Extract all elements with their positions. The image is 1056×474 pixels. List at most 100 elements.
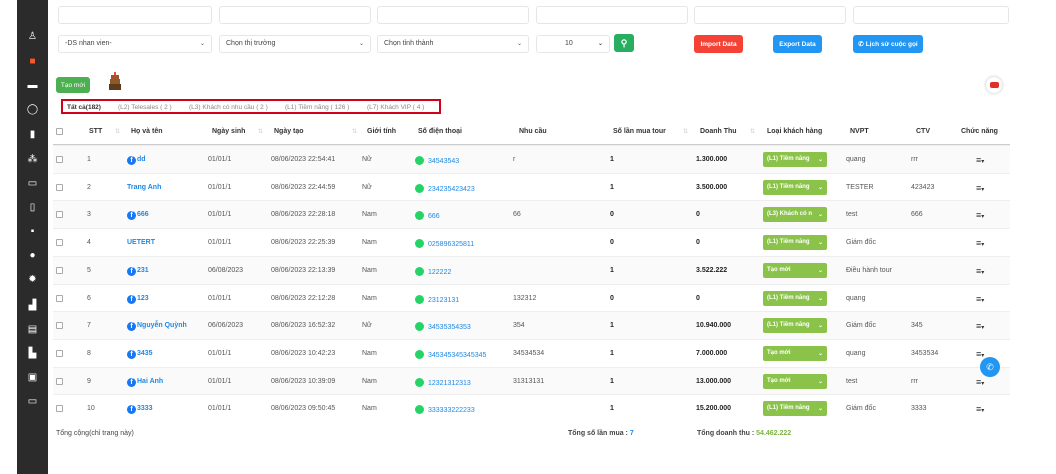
- cell-phone[interactable]: 34543543: [415, 156, 459, 165]
- province-select[interactable]: Chọn tỉnh thành ⌄: [377, 35, 529, 53]
- cell-name[interactable]: Trang Anh: [127, 184, 161, 191]
- document-icon[interactable]: ▮: [17, 125, 48, 143]
- customer-type-select[interactable]: (L3) Khách có n ⌄: [763, 207, 827, 223]
- user-icon[interactable]: ♙: [17, 27, 48, 45]
- customer-type-select[interactable]: (L1) Tiềm năng ⌄: [763, 318, 827, 334]
- row-checkbox[interactable]: [56, 156, 63, 163]
- export-button[interactable]: Export Data: [773, 35, 822, 53]
- customer-type-select[interactable]: (L1) Tiềm năng ⌄: [763, 290, 827, 306]
- market-select[interactable]: Chọn thị trường ⌄: [219, 35, 371, 53]
- cell-name[interactable]: UETERT: [127, 239, 155, 246]
- id-card-icon[interactable]: ▬: [17, 76, 48, 94]
- top-field-3[interactable]: [377, 6, 529, 24]
- row-checkbox[interactable]: [56, 266, 63, 274]
- tab-vip[interactable]: (L7) Khách VIP ( 4 ): [367, 104, 424, 111]
- header-type[interactable]: Loại khách hàng: [767, 128, 822, 135]
- card-icon[interactable]: ▭: [17, 174, 48, 192]
- row-menu-icon[interactable]: ≡▾: [976, 238, 984, 248]
- gear-icon[interactable]: ✹: [17, 270, 48, 288]
- cell-phone[interactable]: 666: [415, 211, 440, 221]
- cell-name[interactable]: f dd: [127, 156, 146, 165]
- clipboard-icon[interactable]: ▯: [17, 198, 48, 216]
- header-phone[interactable]: Số điện thoại: [418, 128, 462, 135]
- customer-type-select[interactable]: Tạo mới ⌄: [763, 262, 827, 278]
- row-menu-icon[interactable]: ≡▾: [976, 210, 984, 220]
- customer-type-select[interactable]: (L1) Tiềm năng ⌄: [763, 152, 827, 167]
- row-checkbox[interactable]: [56, 211, 63, 219]
- call-history-button[interactable]: ✆ Lịch sử cuộc gọi: [853, 35, 923, 53]
- row-checkbox[interactable]: [56, 183, 63, 191]
- whatsapp-icon[interactable]: ◯: [17, 100, 48, 118]
- header-stt[interactable]: STT: [89, 128, 102, 135]
- chart-icon[interactable]: ▟: [17, 296, 48, 314]
- cell-name[interactable]: f 3333: [127, 405, 153, 415]
- header-name[interactable]: Họ và tên: [131, 128, 163, 135]
- row-checkbox[interactable]: [56, 294, 63, 302]
- cell-phone[interactable]: 333333222233: [415, 405, 475, 415]
- top-field-2[interactable]: [219, 6, 371, 24]
- header-ctv[interactable]: CTV: [916, 128, 930, 135]
- cell-phone[interactable]: 025896325811: [415, 239, 474, 249]
- bar-chart-icon[interactable]: ▙: [17, 344, 48, 362]
- cell-name[interactable]: f 123: [127, 294, 149, 304]
- briefcase-icon[interactable]: ■: [17, 52, 48, 70]
- header-tours[interactable]: Số lần mua tour: [613, 128, 666, 135]
- monitor-icon[interactable]: ▭: [17, 392, 48, 410]
- tab-all[interactable]: Tất cả(182): [67, 104, 101, 111]
- youtube-button[interactable]: [986, 77, 1002, 93]
- header-need[interactable]: Nhu cầu: [519, 128, 547, 135]
- row-checkbox[interactable]: [56, 405, 63, 413]
- top-field-4[interactable]: [536, 6, 688, 24]
- row-menu-icon[interactable]: ≡▾: [976, 294, 984, 304]
- building-icon[interactable]: ▣: [17, 368, 48, 386]
- customer-type-select[interactable]: Tạo mới ⌄: [763, 373, 827, 389]
- network-icon[interactable]: ⁂: [17, 150, 48, 168]
- select-all-checkbox[interactable]: [56, 128, 63, 135]
- top-field-1[interactable]: [58, 6, 212, 24]
- cell-phone[interactable]: 345345345345345: [415, 349, 486, 359]
- cell-name[interactable]: f 231: [127, 266, 149, 276]
- customer-type-select[interactable]: (L1) Tiềm năng ⌄: [763, 235, 827, 251]
- tab-telesales[interactable]: (L2) Telesales ( 2 ): [118, 104, 172, 111]
- row-menu-icon[interactable]: ≡▾: [976, 183, 984, 193]
- calculator-icon[interactable]: ▤: [17, 320, 48, 338]
- customer-type-select[interactable]: (L1) Tiềm năng ⌄: [763, 401, 827, 417]
- cell-phone[interactable]: 23123131: [415, 294, 459, 304]
- circle-icon[interactable]: ●: [17, 246, 48, 264]
- row-menu-icon[interactable]: ≡▾: [976, 321, 984, 331]
- header-dob[interactable]: Ngày sinh: [212, 128, 245, 135]
- row-menu-icon[interactable]: ≡▾: [976, 349, 984, 359]
- cell-name[interactable]: f 666: [127, 211, 149, 221]
- row-checkbox[interactable]: [56, 349, 63, 357]
- customer-type-select[interactable]: Tạo mới ⌄: [763, 345, 827, 361]
- create-button[interactable]: Tạo mới: [56, 77, 90, 93]
- header-revenue[interactable]: Doanh Thu: [700, 128, 737, 135]
- search-button[interactable]: ⚲: [614, 34, 634, 52]
- header-nvpt[interactable]: NVPT: [850, 128, 869, 135]
- row-menu-icon[interactable]: ≡▾: [976, 266, 984, 276]
- header-created[interactable]: Ngày tạo: [274, 128, 304, 135]
- tab-potential[interactable]: (L1) Tiềm năng ( 126 ): [285, 104, 349, 111]
- customer-type-select[interactable]: (L1) Tiềm năng ⌄: [763, 179, 827, 195]
- top-field-6[interactable]: [853, 6, 1009, 24]
- row-checkbox[interactable]: [56, 239, 63, 247]
- row-menu-icon[interactable]: ≡▾: [976, 377, 984, 387]
- staff-select[interactable]: -DS nhan vien- ⌄: [58, 35, 212, 53]
- header-gender[interactable]: Giới tính: [367, 128, 396, 135]
- page-size-select[interactable]: 10 ⌄: [536, 35, 610, 53]
- import-button[interactable]: Import Data: [694, 35, 743, 53]
- row-menu-icon[interactable]: ≡▾: [976, 155, 984, 165]
- row-checkbox[interactable]: [56, 377, 63, 385]
- tab-need[interactable]: (L3) Khách có nhu cầu ( 2 ): [189, 104, 268, 111]
- cell-name[interactable]: f Hai Anh: [127, 377, 163, 387]
- cell-name[interactable]: f 3435: [127, 349, 153, 359]
- cell-phone[interactable]: 12321312313: [415, 377, 471, 387]
- cell-name[interactable]: f Nguyễn Quỳnh: [127, 322, 187, 332]
- cell-phone[interactable]: 34535354353: [415, 322, 471, 332]
- top-field-5[interactable]: [694, 6, 846, 24]
- row-checkbox[interactable]: [56, 322, 63, 330]
- floating-call-button[interactable]: ✆: [980, 357, 1000, 377]
- visa-icon[interactable]: ▪: [17, 222, 48, 240]
- cell-phone[interactable]: 122222: [415, 266, 451, 276]
- cell-phone[interactable]: 234235423423: [415, 183, 475, 193]
